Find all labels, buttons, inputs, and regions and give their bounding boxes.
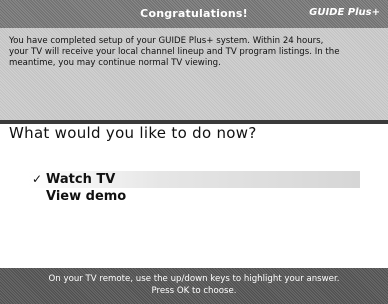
footer-line-1: On your TV remote, use the up/down keys … (48, 274, 340, 284)
footer-instructions: On your TV remote, use the up/down keys … (0, 268, 388, 304)
message-line-1: You have completed setup of your GUIDE P… (9, 36, 324, 46)
message-line-3: meantime, you may continue normal TV vie… (9, 58, 221, 68)
header-bar: Congratulations! GUIDE Plus+ (0, 0, 388, 28)
guide-plus-logo: GUIDE Plus+ (309, 7, 380, 18)
choice-menu: ✓ Watch TV View demo (28, 171, 360, 205)
menu-item-label: Watch TV (46, 172, 116, 187)
menu-item-watch-tv[interactable]: ✓ Watch TV (28, 171, 360, 188)
completion-message: You have completed setup of your GUIDE P… (9, 36, 379, 69)
guide-plus-setup-screen: Congratulations! GUIDE Plus+ You have co… (0, 0, 388, 304)
message-panel: You have completed setup of your GUIDE P… (0, 28, 388, 120)
checkmark-icon: ✓ (32, 172, 43, 186)
message-line-2: your TV will receive your local channel … (9, 47, 340, 57)
menu-item-view-demo[interactable]: View demo (28, 188, 360, 205)
footer-line-2: Press OK to choose. (151, 286, 237, 296)
menu-item-label: View demo (46, 189, 127, 204)
question-heading: What would you like to do now? (9, 124, 257, 142)
